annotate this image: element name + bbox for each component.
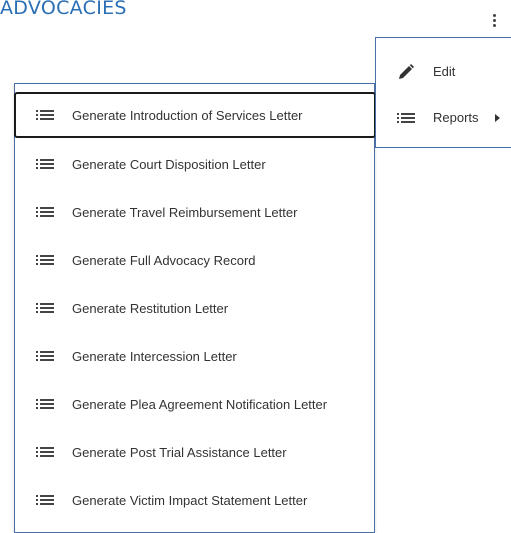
list-icon: [36, 303, 54, 313]
menu-item-label: Generate Introduction of Services Letter: [72, 107, 303, 123]
list-icon: [36, 351, 54, 361]
page-title: ADVOCACIES: [0, 0, 127, 19]
menu-item-label: Generate Travel Reimbursement Letter: [72, 204, 298, 220]
menu-item-generate-court-disposition-letter[interactable]: Generate Court Disposition Letter: [15, 140, 374, 188]
menu-item-reports[interactable]: Reports: [376, 98, 511, 138]
menu-item-label: Generate Court Disposition Letter: [72, 156, 266, 172]
menu-item-label: Generate Plea Agreement Notification Let…: [72, 396, 328, 412]
menu-item-generate-travel-reimbursement-letter[interactable]: Generate Travel Reimbursement Letter: [15, 188, 374, 236]
menu-item-label: Generate Victim Impact Statement Letter: [72, 492, 308, 508]
menu-item-label: Reports: [433, 110, 479, 125]
actions-menu: Edit Reports: [375, 37, 511, 148]
list-icon: [36, 159, 54, 169]
menu-item-generate-full-advocacy-record[interactable]: Generate Full Advocacy Record: [15, 236, 374, 284]
menu-item-label: Generate Intercession Letter: [72, 348, 237, 364]
list-icon: [397, 113, 415, 123]
reports-submenu: Generate Introduction of Services Letter…: [14, 83, 376, 533]
kebab-dot: [492, 13, 496, 17]
menu-item-generate-post-trial-assistance-letter[interactable]: Generate Post Trial Assistance Letter: [15, 428, 374, 476]
list-icon: [36, 447, 54, 457]
kebab-dot: [492, 18, 496, 22]
list-icon: [36, 495, 54, 505]
menu-item-edit[interactable]: Edit: [376, 52, 511, 92]
list-icon: [36, 255, 54, 265]
arrow-right-icon: [495, 114, 500, 122]
menu-item-label: Generate Post Trial Assistance Letter: [72, 444, 287, 460]
list-icon: [36, 399, 54, 409]
menu-item-label: Edit: [433, 64, 456, 79]
menu-item-generate-introduction-of-services-letter[interactable]: Generate Introduction of Services Letter: [14, 92, 376, 138]
list-icon: [36, 207, 54, 217]
menu-item-label: Generate Full Advocacy Record: [72, 252, 256, 268]
menu-item-generate-intercession-letter[interactable]: Generate Intercession Letter: [15, 332, 374, 380]
pencil-icon: [399, 64, 414, 79]
menu-item-label: Generate Restitution Letter: [72, 300, 229, 316]
kebab-dot: [492, 23, 496, 27]
more-options-button[interactable]: [487, 10, 501, 30]
reports-submenu-list: Generate Introduction of Services Letter…: [14, 92, 376, 524]
list-icon: [36, 110, 54, 120]
menu-item-generate-plea-agreement-notification-letter[interactable]: Generate Plea Agreement Notification Let…: [15, 380, 374, 428]
menu-item-generate-victim-impact-statement-letter[interactable]: Generate Victim Impact Statement Letter: [15, 476, 374, 524]
menu-item-generate-restitution-letter[interactable]: Generate Restitution Letter: [15, 284, 374, 332]
